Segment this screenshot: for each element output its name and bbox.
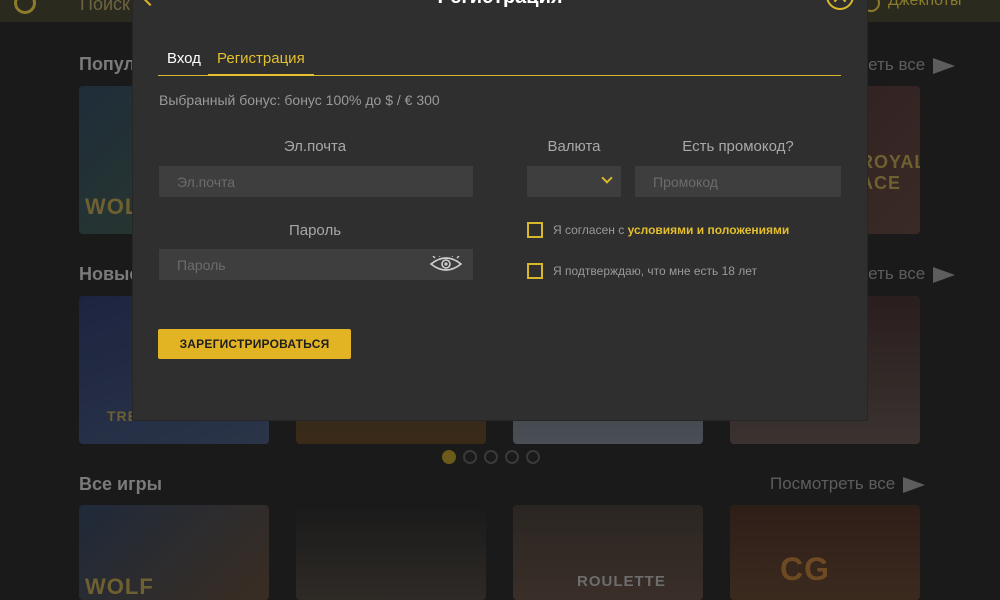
game-tile-label: CG <box>780 551 830 587</box>
arrow-right-icon <box>933 57 956 74</box>
tab-login[interactable]: Вход <box>158 50 210 76</box>
arrow-right-icon <box>903 476 926 493</box>
chevron-down-icon <box>601 172 613 184</box>
terms-prefix: Я согласен с <box>553 223 625 237</box>
jackpots-link[interactable]: Джекпоты <box>888 0 961 10</box>
carousel-dots <box>442 450 547 469</box>
eye-icon[interactable] <box>430 256 462 272</box>
game-tile[interactable] <box>296 505 486 600</box>
email-label: Эл.почта <box>283 138 347 155</box>
register-button[interactable]: ЗАРЕГИСТРИРОВАТЬСЯ <box>158 329 351 359</box>
currency-select[interactable] <box>527 166 621 197</box>
auth-tabs: Вход Регистрация <box>158 48 841 76</box>
carousel-dot[interactable] <box>442 450 456 464</box>
see-all-all[interactable]: Посмотреть все <box>770 474 926 494</box>
game-tile[interactable]: CG <box>730 505 920 600</box>
currency-label: Валюта <box>547 138 601 155</box>
game-tile-label: WOLF <box>85 574 154 599</box>
search-icon[interactable] <box>14 0 36 14</box>
game-tile-label: ROYAL ACE <box>860 152 920 193</box>
age-text: Я подтверждаю, что мне есть 18 лет <box>553 264 758 278</box>
promo-code-input[interactable] <box>635 166 841 197</box>
carousel-dot[interactable] <box>526 450 540 464</box>
terms-link[interactable]: условиями и положениями <box>628 223 790 237</box>
password-label: Пароль <box>288 222 342 239</box>
selected-bonus-text: Выбранный бонус: бонус 100% до $ / € 300 <box>159 92 440 108</box>
promo-label: Есть промокод? <box>682 138 794 155</box>
game-tile-label: ROULETTE <box>577 573 666 590</box>
email-input[interactable] <box>159 166 473 197</box>
carousel-dot[interactable] <box>505 450 519 464</box>
section-title-new: Новые <box>79 264 140 284</box>
age-checkbox[interactable] <box>527 263 543 279</box>
carousel-dot[interactable] <box>463 450 477 464</box>
registration-modal: Регистрация Вход Регистрация Выбранный б… <box>133 0 867 420</box>
game-tile[interactable]: ROULETTE <box>513 505 703 600</box>
game-tile[interactable]: WOLF <box>79 505 269 600</box>
modal-title: Регистрация <box>133 0 867 9</box>
terms-text: Я согласен с условиями и положениями <box>553 223 789 237</box>
password-input[interactable] <box>159 249 473 280</box>
arrow-right-icon <box>933 266 956 283</box>
see-all-label: Посмотреть все <box>770 474 896 493</box>
terms-checkbox[interactable] <box>527 222 543 238</box>
tab-register[interactable]: Регистрация <box>208 50 314 76</box>
section-title-all: Все игры <box>79 474 162 494</box>
search-placeholder[interactable]: Поиск <box>80 0 130 15</box>
carousel-dot[interactable] <box>484 450 498 464</box>
